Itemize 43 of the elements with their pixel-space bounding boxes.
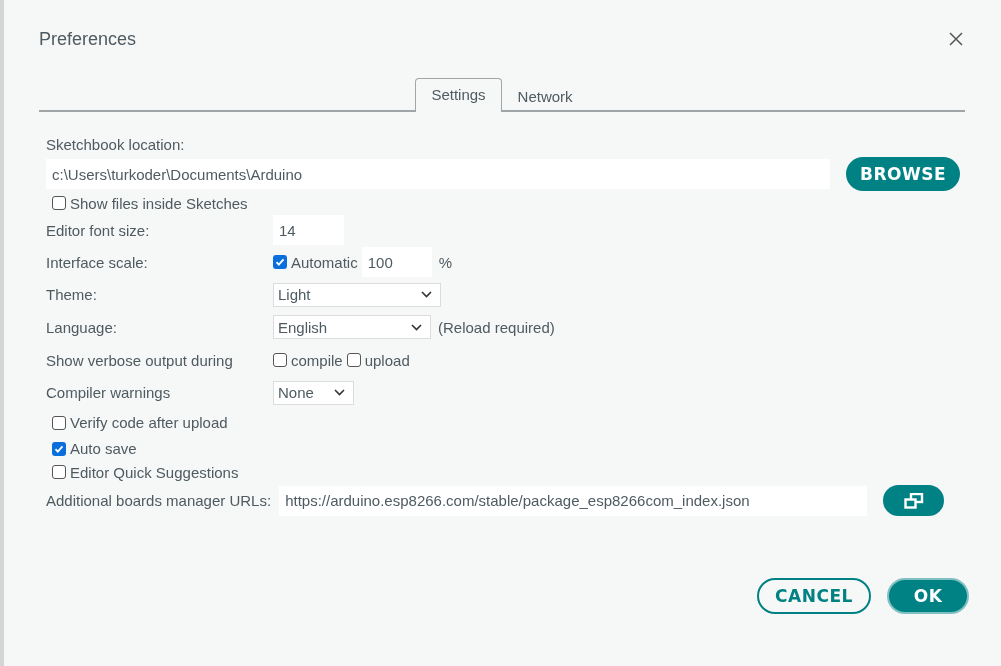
setting-label: Language: xyxy=(46,319,118,336)
dropdown[interactable]: English xyxy=(273,315,431,340)
checkbox[interactable] xyxy=(52,415,66,430)
dialog-title: Preferences xyxy=(39,28,137,50)
chevron-down-icon xyxy=(421,291,432,299)
checkbox-label: Show files inside Sketches xyxy=(70,194,248,212)
boards-urls-field[interactable]: https://arduino.esp8266.com/stable/package_esp8266com_index.json xyxy=(279,485,868,516)
checkbox[interactable] xyxy=(273,255,287,270)
chevron-down-icon xyxy=(334,389,345,397)
setting-label: Show verbose output during xyxy=(46,351,234,369)
open-window-button[interactable] xyxy=(883,485,945,517)
checkbox[interactable] xyxy=(346,353,361,368)
checkbox-label: Verify code after upload xyxy=(70,414,228,432)
checkbox-label: Automatic xyxy=(291,253,358,271)
setting-label: Editor font size: xyxy=(46,221,151,239)
checkbox-label: compile xyxy=(291,351,343,369)
setting-label: Theme: xyxy=(46,286,98,304)
cancel-button[interactable]: CANCEL xyxy=(757,577,871,614)
checkbox-label: upload xyxy=(364,351,410,369)
percent-label: % xyxy=(438,253,453,271)
boards-urls-label: Additional boards manager URLs: xyxy=(46,492,272,510)
checkbox[interactable] xyxy=(52,465,66,480)
tab[interactable]: Settings xyxy=(415,78,502,112)
windows-icon xyxy=(903,492,924,509)
dropdown[interactable]: Light xyxy=(273,282,441,307)
checkbox[interactable] xyxy=(52,196,66,210)
sketchbook-label: Sketchbook location: xyxy=(46,135,185,153)
browse-button[interactable]: BROWSE xyxy=(846,157,960,191)
checkbox[interactable] xyxy=(273,353,287,368)
reload-note: (Reload required) xyxy=(438,319,555,336)
tab[interactable]: Network xyxy=(501,80,589,112)
setting-label: Interface scale: xyxy=(46,253,149,271)
setting-label: Compiler warnings xyxy=(46,384,172,402)
scale-field[interactable]: 100 xyxy=(361,247,432,278)
checkbox-label: Editor Quick Suggestions xyxy=(70,463,239,481)
checkbox-label: Auto save xyxy=(70,440,137,458)
close-icon[interactable] xyxy=(949,32,963,46)
chevron-down-icon xyxy=(411,324,422,331)
dropdown[interactable]: None xyxy=(273,380,354,405)
sketchbook-path-field[interactable]: c:\Users\turkoder\Documents\Arduino xyxy=(46,159,830,189)
checkbox[interactable] xyxy=(52,441,66,456)
ok-button[interactable]: OK xyxy=(887,577,969,614)
font-size-field[interactable]: 14 xyxy=(273,215,344,245)
